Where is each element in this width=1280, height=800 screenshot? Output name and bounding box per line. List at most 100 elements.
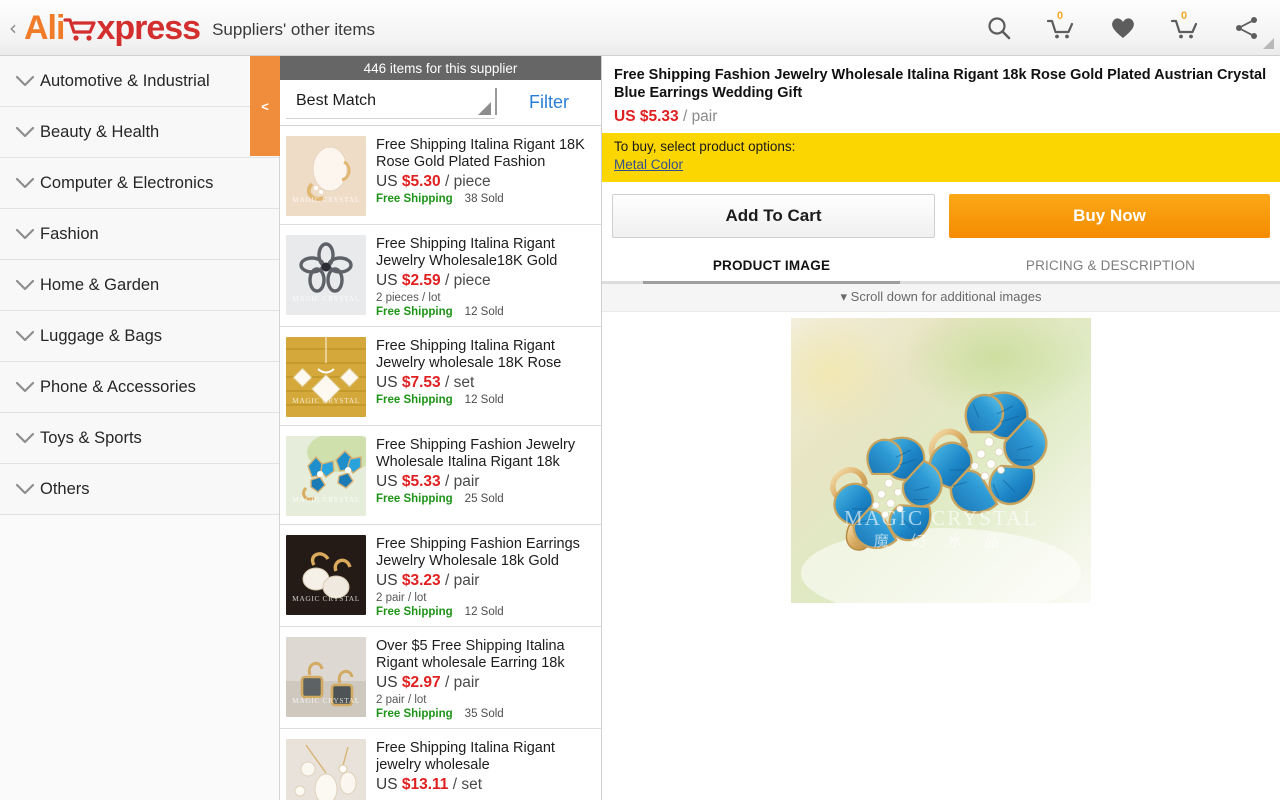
sidebar-item-home-garden[interactable]: Home & Garden	[0, 260, 279, 311]
product-currency: US	[376, 473, 398, 490]
free-shipping-badge: Free Shipping	[376, 394, 453, 406]
product-currency: US	[376, 674, 398, 691]
product-image-area: MAGIC CRYSTAL 魔 幻 水 晶	[602, 312, 1280, 800]
sold-count: 38 Sold	[464, 193, 504, 205]
product-list-item[interactable]: MAGIC CRYSTAL Over $5 Free Shipping Itali…	[280, 627, 601, 729]
svg-text:MAGIC CRYSTAL: MAGIC CRYSTAL	[292, 594, 360, 603]
product-price: US $5.33 / pair	[376, 473, 593, 491]
product-list-item[interactable]: MAGIC CRYSTAL Free Shipping Italina Rigan…	[280, 126, 601, 225]
product-list-column: 446 items for this supplier Best Match F…	[280, 56, 602, 800]
product-price-value: $5.33	[401, 473, 441, 490]
product-list-item[interactable]: MAGIC CRYSTAL Free Shipping Fashion Jewel…	[280, 426, 601, 525]
sort-dropdown-value: Best Match	[296, 92, 377, 109]
product-info: Free Shipping Italina Rigant Jewelry who…	[376, 337, 593, 417]
product-thumbnail: MAGIC CRYSTAL	[286, 436, 366, 516]
product-list[interactable]: MAGIC CRYSTAL Free Shipping Italina Rigan…	[280, 126, 601, 800]
product-lot-info: 2 pair / lot	[376, 592, 427, 604]
product-meta: Free Shipping 12 Sold	[376, 394, 593, 406]
sidebar-item-computer-electronics[interactable]: Computer & Electronics	[0, 158, 279, 209]
aliexpress-logo[interactable]: Ali xpress	[24, 8, 201, 47]
sort-dropdown[interactable]: Best Match	[286, 84, 495, 119]
product-price-unit: / set	[452, 776, 483, 793]
detail-action-buttons: Add To Cart Buy Now	[602, 182, 1280, 248]
sidebar-item-label: Home & Garden	[40, 275, 160, 294]
sidebar-item-luggage-bags[interactable]: Luggage & Bags	[0, 311, 279, 362]
cart-icon[interactable]: 0	[1044, 10, 1078, 45]
chevron-down-icon	[478, 102, 491, 115]
product-info: Free Shipping Italina Rigant Jewelry Who…	[376, 235, 593, 318]
product-title: Over $5 Free Shipping Italina Rigant who…	[376, 638, 565, 671]
product-list-item[interactable]: MAGIC CRYSTAL Free Shipping Fashion Earri…	[280, 525, 601, 627]
product-info: Free Shipping Fashion Earrings Jewelry W…	[376, 535, 593, 618]
add-to-cart-button[interactable]: Add To Cart	[612, 194, 935, 238]
chevron-down-icon	[10, 126, 40, 138]
product-currency: US	[376, 173, 398, 190]
chevron-down-icon	[10, 228, 40, 240]
sidebar-item-phone-accessories[interactable]: Phone & Accessories	[0, 362, 279, 413]
product-info: Over $5 Free Shipping Italina Rigant who…	[376, 637, 593, 720]
tab-pricing-description[interactable]: PRICING & DESCRIPTION	[941, 248, 1280, 281]
product-options-notice: To buy, select product options: Metal Co…	[602, 133, 1280, 182]
svg-text:MAGIC CRYSTAL: MAGIC CRYSTAL	[292, 495, 360, 504]
options-notice-text: To buy, select product options:	[614, 139, 796, 154]
product-lot-info: 2 pair / lot	[376, 694, 427, 706]
svg-text:MAGIC CRYSTAL: MAGIC CRYSTAL	[292, 696, 360, 705]
heart-icon[interactable]	[1106, 11, 1140, 45]
product-list-item[interactable]: MAGIC CRYSTAL Free Shipping Italina Rigan…	[280, 225, 601, 327]
chevron-down-icon	[10, 330, 40, 342]
list-controls: Best Match Filter	[280, 80, 601, 126]
sold-count: 35 Sold	[464, 708, 504, 720]
product-price-value: $5.30	[401, 173, 441, 190]
product-currency: US	[376, 272, 398, 289]
product-thumbnail: MAGIC CRYSTAL	[286, 337, 366, 417]
svg-text:MAGIC CRYSTAL: MAGIC CRYSTAL	[292, 294, 360, 303]
buy-now-button[interactable]: Buy Now	[949, 194, 1270, 238]
share-icon[interactable]	[1230, 11, 1264, 45]
filter-button[interactable]: Filter	[497, 80, 601, 125]
product-list-item[interactable]: MAGIC CRYSTAL Free Shipping Italina Rigan…	[280, 729, 601, 800]
sidebar-item-label: Phone & Accessories	[40, 377, 196, 396]
product-detail-panel: Free Shipping Fashion Jewelry Wholesale …	[602, 56, 1280, 800]
tab-product-image[interactable]: PRODUCT IMAGE	[602, 248, 941, 284]
back-chevron-icon[interactable]: ‹	[4, 18, 22, 38]
sidebar-collapse-handle[interactable]: <	[250, 56, 280, 156]
free-shipping-badge: Free Shipping	[376, 193, 453, 205]
product-price: US $7.53 / set	[376, 374, 593, 392]
item-count-bar: 446 items for this supplier	[280, 56, 601, 80]
product-meta: Free Shipping 35 Sold	[376, 708, 593, 720]
svg-text:MAGIC CRYSTAL: MAGIC CRYSTAL	[292, 396, 360, 405]
sidebar-item-automotive-industrial[interactable]: Automotive & Industrial	[0, 56, 279, 107]
sidebar-item-label: Automotive & Industrial	[40, 71, 210, 90]
page-title: Suppliers' other items	[212, 20, 376, 39]
product-title: Free Shipping Italina Rigant jewelry who…	[376, 740, 555, 773]
cart-icon[interactable]: 0	[1168, 10, 1202, 45]
product-main-image[interactable]: MAGIC CRYSTAL 魔 幻 水 晶	[791, 318, 1091, 603]
product-title: Free Shipping Italina Rigant Jewelry who…	[376, 338, 562, 371]
sold-count: 25 Sold	[464, 493, 504, 505]
product-thumbnail: MAGIC CRYSTAL	[286, 535, 366, 615]
metal-color-option-link[interactable]: Metal Color	[614, 157, 683, 172]
chevron-down-icon	[10, 75, 40, 87]
sidebar-item-others[interactable]: Others	[0, 464, 279, 515]
product-price-value: $2.59	[401, 272, 441, 289]
logo-xpress-text: xpress	[96, 8, 201, 47]
product-meta: Free Shipping 12 Sold	[376, 306, 593, 318]
app-header: ‹ Ali xpress Suppliers' other items 0 0	[0, 0, 1280, 56]
product-price-unit: / pair	[444, 674, 480, 691]
product-info: Free Shipping Italina Rigant 18K Rose Go…	[376, 136, 593, 216]
free-shipping-badge: Free Shipping	[376, 708, 453, 720]
search-icon[interactable]	[982, 11, 1016, 45]
product-price: US $2.59 / piece	[376, 272, 593, 290]
product-price-unit: / pair	[444, 473, 480, 490]
sidebar-item-toys-sports[interactable]: Toys & Sports	[0, 413, 279, 464]
product-list-item[interactable]: MAGIC CRYSTAL Free Shipping Italina Rigan…	[280, 327, 601, 426]
sidebar-item-beauty-health[interactable]: Beauty & Health	[0, 107, 279, 158]
chevron-down-icon	[10, 279, 40, 291]
header-icon-group: 0 0	[982, 10, 1274, 49]
sidebar-item-fashion[interactable]: Fashion	[0, 209, 279, 260]
product-thumbnail: MAGIC CRYSTAL	[286, 235, 366, 315]
product-title: Free Shipping Fashion Earrings Jewelry W…	[376, 536, 580, 569]
product-currency: US	[376, 374, 398, 391]
logo-cart-icon	[63, 11, 97, 45]
product-lot-info: 2 pieces / lot	[376, 292, 441, 304]
